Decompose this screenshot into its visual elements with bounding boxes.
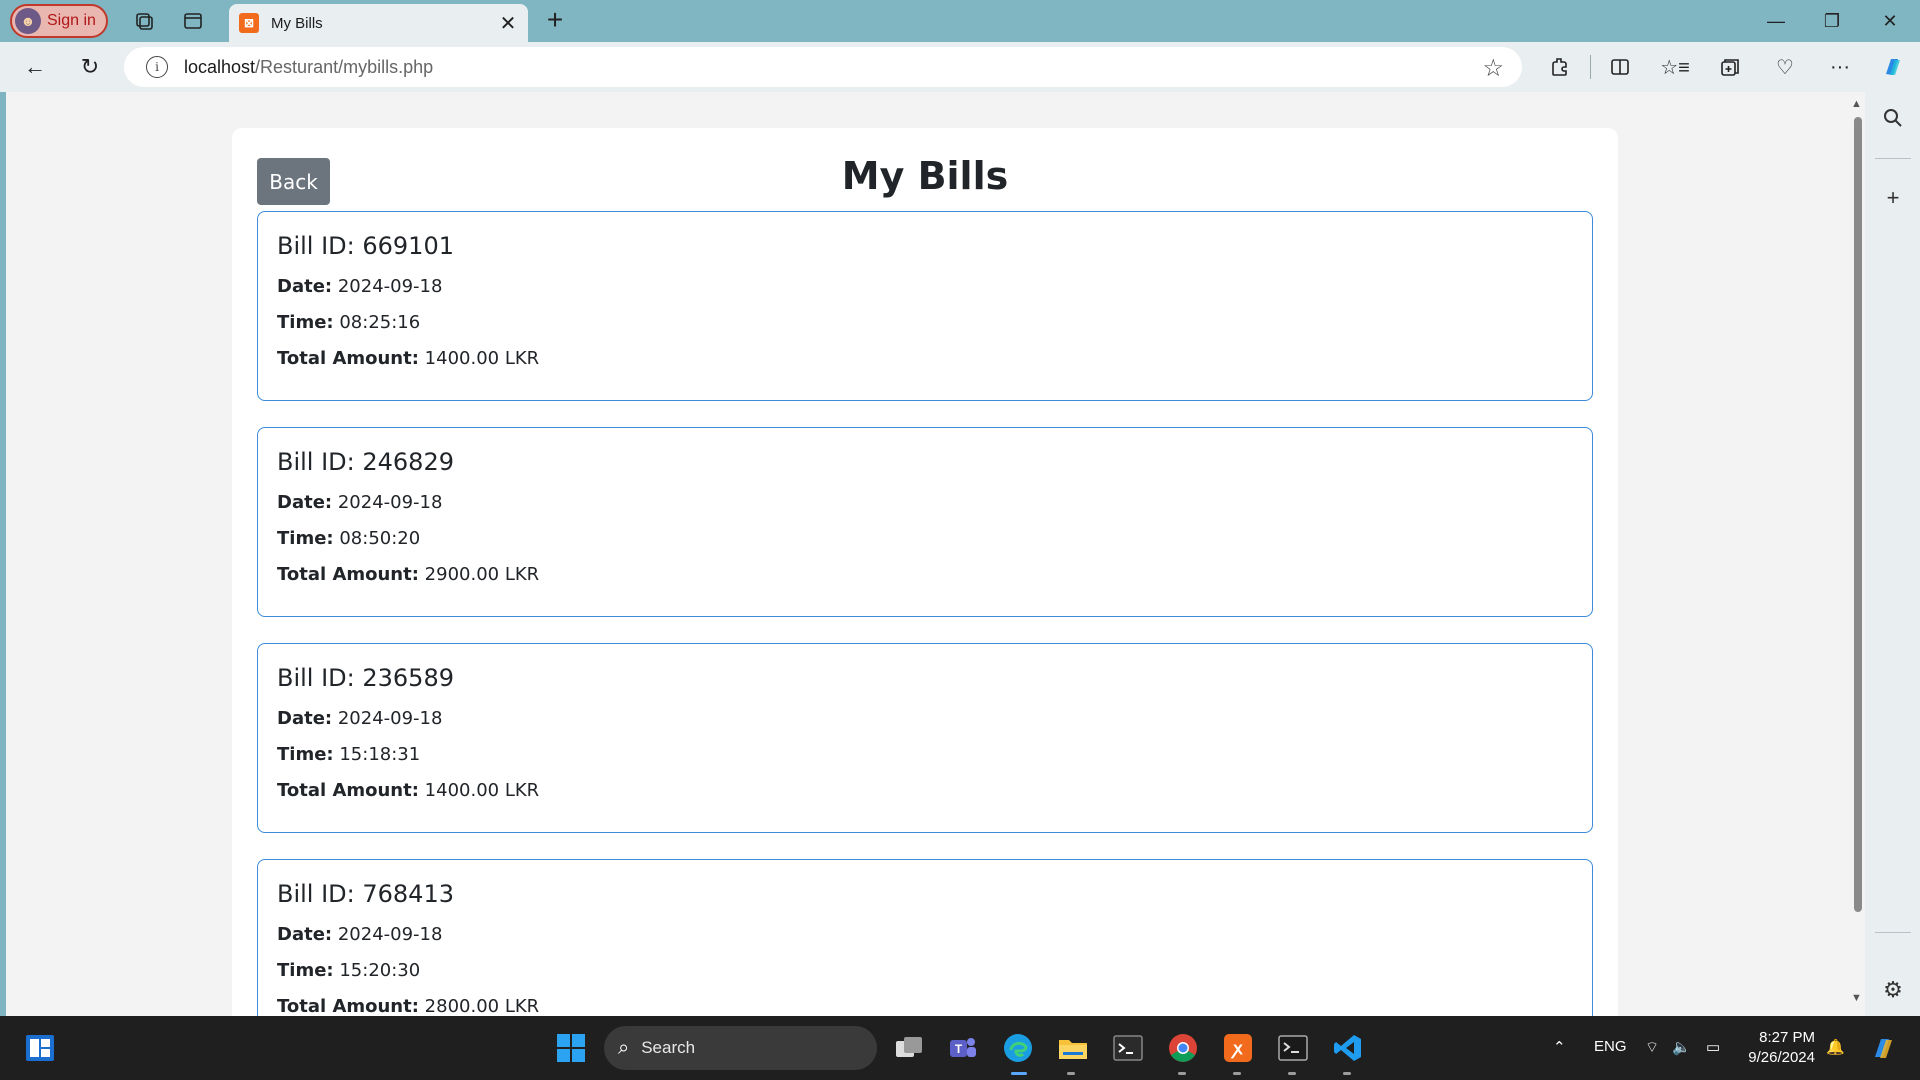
notifications-bell-icon[interactable]: 🔔 xyxy=(1826,1038,1845,1056)
bill-card: Bill ID: 768413 Date: 2024-09-18 Time: 1… xyxy=(257,859,1593,1016)
url-text[interactable]: localhost/Resturant/mybills.php xyxy=(184,57,433,78)
bill-date: Date: 2024-09-18 xyxy=(277,924,443,945)
bill-card: Bill ID: 236589 Date: 2024-09-18 Time: 1… xyxy=(257,643,1593,833)
scroll-down-icon[interactable]: ▼ xyxy=(1851,992,1862,1004)
teams-icon[interactable]: T xyxy=(945,1030,981,1066)
tab-my-bills[interactable]: ⊠ My Bills ✕ xyxy=(229,4,528,42)
copilot-taskbar-icon[interactable] xyxy=(1866,1030,1902,1066)
vscode-icon[interactable] xyxy=(1330,1030,1366,1066)
bill-total: Total Amount: 1400.00 LKR xyxy=(277,780,540,801)
page-scrollbar[interactable]: ▲ ▼ xyxy=(1849,92,1865,1016)
edge-sidebar: + ⚙ xyxy=(1865,92,1920,1016)
windows-start-icon[interactable] xyxy=(553,1030,589,1066)
back-nav-icon[interactable]: ← xyxy=(20,52,50,82)
wifi-icon[interactable]: ⌔ xyxy=(1645,1038,1659,1057)
tab-actions-icon[interactable] xyxy=(181,9,205,33)
bill-time: Time: 15:20:30 xyxy=(277,960,421,981)
bill-date: Date: 2024-09-18 xyxy=(277,492,443,513)
active-app-indicator xyxy=(1011,1072,1027,1075)
workspaces-icon[interactable] xyxy=(132,9,156,33)
widgets-icon[interactable] xyxy=(22,1030,58,1066)
site-info-icon[interactable]: i xyxy=(146,56,168,78)
sidebar-settings-gear-icon[interactable]: ⚙ xyxy=(1879,976,1907,1004)
search-label: Search xyxy=(641,1038,696,1057)
language-indicator[interactable]: ENG xyxy=(1594,1038,1627,1055)
bill-date: Date: 2024-09-18 xyxy=(277,708,443,729)
edge-icon[interactable] xyxy=(1000,1030,1036,1066)
open-app-indicator xyxy=(1067,1072,1075,1075)
open-app-indicator xyxy=(1178,1072,1186,1075)
bill-total: Total Amount: 1400.00 LKR xyxy=(277,348,540,369)
taskbar-search[interactable]: ⌕ Search xyxy=(604,1026,877,1070)
bill-date: Date: 2024-09-18 xyxy=(277,276,443,297)
sidebar-divider xyxy=(1875,932,1911,933)
favorite-star-icon[interactable]: ☆ xyxy=(1482,54,1504,83)
browser-essentials-icon[interactable]: ♡ xyxy=(1770,52,1800,82)
minimize-button[interactable]: — xyxy=(1752,8,1800,34)
bill-card: Bill ID: 246829 Date: 2024-09-18 Time: 0… xyxy=(257,427,1593,617)
clock-date: 9/26/2024 xyxy=(1748,1049,1815,1066)
close-tab-icon[interactable]: ✕ xyxy=(496,11,520,35)
bill-id: Bill ID: 246829 xyxy=(277,448,454,476)
restore-button[interactable]: ❐ xyxy=(1808,8,1856,34)
bill-time: Time: 08:50:20 xyxy=(277,528,421,549)
profile-button[interactable]: ☻ Sign in xyxy=(10,4,108,38)
sidebar-divider xyxy=(1875,158,1911,159)
bill-total: Total Amount: 2900.00 LKR xyxy=(277,564,540,585)
sidebar-search-icon[interactable] xyxy=(1879,104,1907,132)
search-icon: ⌕ xyxy=(618,1036,630,1059)
browser-toolbar: ← ↻ i localhost/Resturant/mybills.php ☆ … xyxy=(0,42,1920,92)
open-app-indicator xyxy=(1288,1072,1296,1075)
new-tab-button[interactable]: + xyxy=(543,6,567,34)
svg-text:T: T xyxy=(955,1042,963,1056)
avatar: ☻ xyxy=(15,8,41,34)
refresh-icon[interactable]: ↻ xyxy=(75,52,105,82)
file-explorer-icon[interactable] xyxy=(1055,1030,1091,1066)
bill-time: Time: 08:25:16 xyxy=(277,312,421,333)
address-bar[interactable]: i localhost/Resturant/mybills.php ☆ xyxy=(124,47,1522,87)
bill-time: Time: 15:18:31 xyxy=(277,744,421,765)
bill-id: Bill ID: 768413 xyxy=(277,880,454,908)
show-hidden-icons-chevron-icon[interactable]: ⌃ xyxy=(1553,1038,1566,1056)
clock-time: 8:27 PM xyxy=(1759,1029,1815,1046)
terminal-icon[interactable] xyxy=(1110,1030,1146,1066)
tab-title: My Bills xyxy=(271,14,323,32)
scroll-up-icon[interactable]: ▲ xyxy=(1851,98,1862,110)
bill-card: Bill ID: 669101 Date: 2024-09-18 Time: 0… xyxy=(257,211,1593,401)
sidebar-add-icon[interactable]: + xyxy=(1879,184,1907,212)
command-prompt-icon[interactable] xyxy=(1275,1030,1311,1066)
split-screen-icon[interactable] xyxy=(1605,52,1635,82)
chrome-icon[interactable] xyxy=(1165,1030,1201,1066)
xampp-favicon-icon: ⊠ xyxy=(239,13,259,33)
profile-label: Sign in xyxy=(47,12,96,29)
scrollbar-thumb[interactable] xyxy=(1854,117,1862,912)
page-viewport: Back My Bills Bill ID: 669101 Date: 2024… xyxy=(6,92,1865,1016)
bill-id: Bill ID: 236589 xyxy=(277,664,454,692)
battery-icon[interactable]: ▭ xyxy=(1706,1038,1720,1056)
settings-more-icon[interactable]: ··· xyxy=(1825,52,1855,82)
taskbar-clock[interactable]: 8:27 PM 9/26/2024 xyxy=(1745,1028,1815,1068)
bills-container: Back My Bills Bill ID: 669101 Date: 2024… xyxy=(232,128,1618,1016)
browser-titlebar: ☻ Sign in ⊠ My Bills ✕ + — ❐ ✕ xyxy=(0,0,1920,42)
extensions-icon[interactable] xyxy=(1545,52,1575,82)
volume-icon[interactable]: 🔈 xyxy=(1672,1038,1691,1056)
bill-total: Total Amount: 2800.00 LKR xyxy=(277,996,540,1016)
windows-taskbar: ⌕ Search T ꭗ ⌃ ENG ⌔ 🔈 ▭ 8:27 PM 9/26/20… xyxy=(0,1016,1920,1080)
copilot-icon[interactable] xyxy=(1878,52,1908,82)
open-app-indicator xyxy=(1233,1072,1241,1075)
toolbar-divider xyxy=(1590,55,1591,79)
close-window-button[interactable]: ✕ xyxy=(1866,8,1914,34)
favorites-icon[interactable]: ☆≡ xyxy=(1660,52,1690,82)
bill-id: Bill ID: 669101 xyxy=(277,232,454,260)
page-title: My Bills xyxy=(841,154,1009,198)
collections-icon[interactable] xyxy=(1715,52,1745,82)
open-app-indicator xyxy=(1343,1072,1351,1075)
xampp-icon[interactable]: ꭗ xyxy=(1220,1030,1256,1066)
task-view-icon[interactable] xyxy=(891,1030,927,1066)
